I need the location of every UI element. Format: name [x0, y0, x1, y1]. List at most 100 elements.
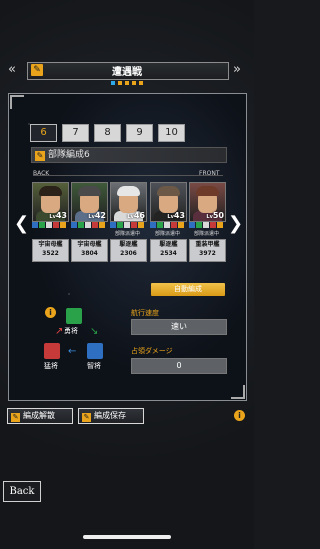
commander-card[interactable]: Lv42 [71, 182, 108, 222]
ship-type: 宇宙母艦 [77, 241, 102, 248]
hair [78, 186, 101, 196]
save-formation-button[interactable]: ✎ 編成保存 [78, 408, 144, 424]
skill-icon [53, 222, 59, 228]
ship-type: 駆逐艦 [159, 241, 178, 248]
skill-icon [99, 222, 105, 228]
page-indicator [0, 81, 254, 85]
scroll-left-icon[interactable]: ❮ [14, 214, 29, 234]
hair [196, 186, 219, 196]
capture-damage-label: 占領ダメージ [131, 347, 173, 355]
skill-icons [71, 222, 106, 229]
speed-label: 航行速度 [131, 309, 159, 317]
home-indicator[interactable] [83, 535, 171, 539]
ship-power: 2306 [120, 250, 137, 257]
panel-corner [231, 385, 245, 399]
fierce-label: 猛将 [44, 362, 58, 370]
skill-icon [117, 222, 123, 228]
save-label: 編成保存 [94, 411, 126, 420]
tab-fleet-6[interactable]: 6 [30, 124, 57, 142]
page-dot [139, 81, 143, 85]
arrow-icon: ↗ [55, 326, 64, 337]
page-dot [125, 81, 129, 85]
edit-icon: ✎ [35, 151, 45, 161]
dispatch-status: 部隊派遣中 [114, 231, 140, 237]
level-badge: Lv43 [167, 211, 185, 220]
capture-damage-value: 0 [131, 358, 227, 374]
commander-card[interactable]: Lv50 [189, 182, 226, 222]
hair [117, 186, 140, 196]
ship-power: 3972 [199, 250, 216, 257]
skill-icon [138, 222, 144, 228]
skill-icon [150, 222, 156, 228]
tab-fleet-10[interactable]: 10 [158, 124, 185, 142]
panel-corner [10, 95, 24, 109]
dispatch-status: 部隊派遣中 [193, 231, 219, 237]
auto-formation-button[interactable]: 自動編成 [151, 283, 225, 296]
fleet-name-text: 部隊編成6 [48, 150, 90, 160]
skill-icon [32, 222, 38, 228]
ship-info[interactable]: 駆逐艦 2306 [110, 239, 147, 262]
level-badge: Lv42 [88, 211, 106, 220]
level-badge: Lv50 [206, 211, 224, 220]
ship-info[interactable]: 宇宙母艦 3522 [32, 239, 69, 262]
hair [157, 186, 180, 196]
skill-icon [78, 222, 84, 228]
disband-label: 編成解散 [23, 411, 55, 420]
skill-icon [189, 222, 195, 228]
skill-icon [196, 222, 202, 228]
skill-icon [164, 222, 170, 228]
header: « ✎ 遭遇戦 » [0, 60, 254, 80]
ship-info[interactable]: 駆逐艦 2534 [150, 239, 187, 262]
level-badge: Lv46 [127, 211, 145, 220]
dispatch-status [71, 230, 106, 238]
next-page-arrows-icon[interactable]: » [233, 63, 241, 77]
ship-type: 駆逐艦 [119, 241, 138, 248]
skill-icon [171, 222, 177, 228]
commander-card[interactable]: Lv46 [110, 182, 147, 222]
prev-page-arrows-icon[interactable]: « [8, 63, 16, 77]
brave-label: 勇将 [64, 327, 78, 335]
skill-icon [131, 222, 137, 228]
skill-icon [85, 222, 91, 228]
ship-info[interactable]: 重装甲艦 3972 [189, 239, 226, 262]
fierce-icon [44, 343, 60, 359]
info-icon[interactable]: i [45, 307, 56, 318]
skill-icons [150, 222, 185, 229]
tab-fleet-9[interactable]: 9 [126, 124, 153, 142]
arrow-icon: ← [68, 346, 77, 357]
tab-fleet-8[interactable]: 8 [94, 124, 121, 142]
ship-type: 宇宙母艦 [38, 241, 63, 248]
skill-icons [32, 222, 67, 229]
arrow-icon: ↘ [90, 326, 99, 337]
disband-formation-button[interactable]: ✎ 編成解散 [7, 408, 73, 424]
skill-icon [203, 222, 209, 228]
hair [39, 186, 62, 196]
commander-card[interactable]: Lv43 [32, 182, 69, 222]
level-badge: Lv43 [49, 211, 67, 220]
edit-icon: ✎ [11, 413, 20, 422]
dispatch-status [32, 230, 67, 238]
page-dot [118, 81, 122, 85]
ship-power: 2534 [160, 250, 177, 257]
scroll-right-icon[interactable]: ❯ [228, 214, 243, 234]
page-title: 遭遇戦 [112, 67, 142, 78]
skill-icons [110, 222, 145, 229]
info-icon[interactable]: i [234, 410, 245, 421]
skill-icon [217, 222, 223, 228]
skill-icons [189, 222, 224, 229]
back-button[interactable]: Back [3, 481, 41, 502]
skill-icon [157, 222, 163, 228]
edit-icon: ✎ [82, 413, 91, 422]
brave-icon [66, 308, 82, 324]
skill-icon [46, 222, 52, 228]
skill-icon [178, 222, 184, 228]
dispatch-status: 部隊派遣中 [154, 231, 180, 237]
fleet-name-field[interactable]: ✎ 部隊編成6 [31, 147, 227, 163]
speed-value: 速い [131, 319, 227, 335]
skill-icon [39, 222, 45, 228]
ship-power: 3804 [81, 250, 98, 257]
ship-info[interactable]: 宇宙母艦 3804 [71, 239, 108, 262]
tab-fleet-7[interactable]: 7 [62, 124, 89, 142]
commander-card[interactable]: Lv43 [150, 182, 187, 222]
skill-icon [110, 222, 116, 228]
